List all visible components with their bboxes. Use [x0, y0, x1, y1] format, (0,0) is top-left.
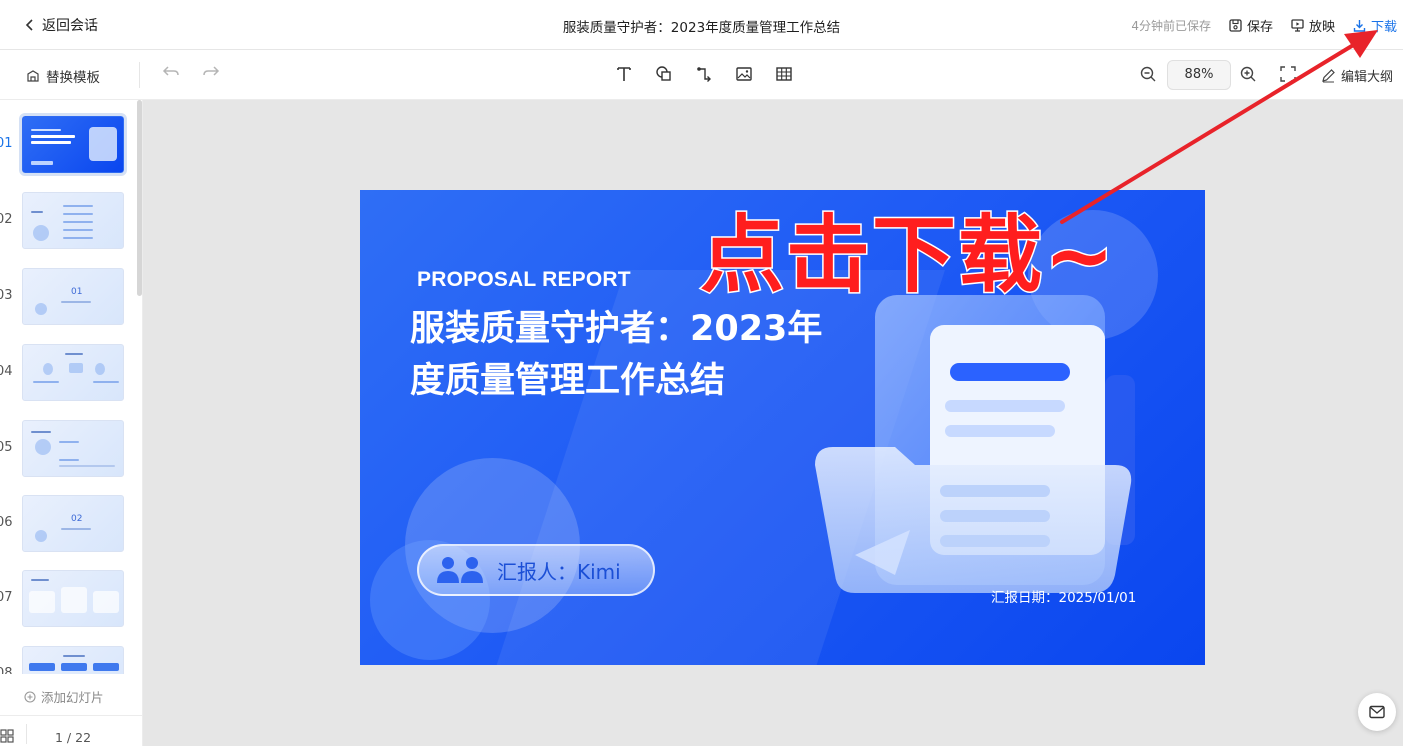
- slide-thumbnail[interactable]: 07: [0, 570, 136, 630]
- edit-outline-button[interactable]: 编辑大纲: [1321, 66, 1393, 85]
- thumbnail-preview: [19, 113, 127, 176]
- slide-number: 02: [0, 212, 13, 227]
- save-button[interactable]: 保存: [1229, 16, 1273, 35]
- download-button[interactable]: 下载: [1353, 16, 1397, 35]
- folder-illustration: [815, 295, 1135, 593]
- section-number: 01: [71, 287, 83, 297]
- report-date[interactable]: 汇报日期：2025/01/01: [991, 586, 1136, 606]
- slide-sidebar: 01 02 03 01 04 05 06 02 07 08 添加幻灯片 1 / …: [0, 100, 143, 746]
- undo-icon[interactable]: [162, 63, 180, 86]
- template-icon: [27, 70, 39, 82]
- slide-number: 03: [0, 288, 13, 303]
- users-icon: [437, 557, 483, 583]
- zoom-level-field[interactable]: 88%: [1167, 60, 1231, 90]
- add-slide-button[interactable]: 添加幻灯片: [24, 687, 104, 706]
- present-icon: [1291, 19, 1304, 32]
- sidebar-scrollbar[interactable]: [137, 100, 142, 296]
- reporter-badge[interactable]: 汇报人：Kimi: [417, 544, 655, 596]
- download-icon: [1353, 20, 1366, 32]
- thumbnail-preview: [22, 570, 124, 627]
- fullscreen-icon[interactable]: [1279, 65, 1297, 87]
- thumbnail-preview: [22, 646, 124, 674]
- save-status: 4分钟前已保存: [1131, 19, 1211, 33]
- page-indicator: 1 / 22: [55, 730, 92, 745]
- shape-icon[interactable]: [654, 64, 674, 84]
- grid-view-icon[interactable]: [0, 728, 14, 747]
- connector-icon[interactable]: [694, 64, 714, 84]
- thumbnail-preview: [22, 192, 124, 249]
- slide-number: 07: [0, 590, 13, 605]
- slide-thumbnail[interactable]: 06 02: [0, 495, 136, 555]
- download-label: 下载: [1370, 20, 1397, 35]
- redo-icon[interactable]: [202, 63, 220, 86]
- slide-title[interactable]: 服装质量守护者：2023年度质量管理工作总结: [410, 303, 830, 407]
- zoom-out-icon[interactable]: [1139, 65, 1157, 87]
- reporter-text: 汇报人：Kimi: [497, 559, 621, 584]
- save-label: 保存: [1246, 20, 1273, 35]
- slide-canvas: PROPOSAL REPORT 服装质量守护者：2023年度质量管理工作总结 汇…: [143, 100, 1403, 746]
- download-callout: 点击下载~: [698, 206, 1117, 304]
- present-button[interactable]: 放映: [1291, 16, 1335, 35]
- editor-toolbar: 替换模板 88% 编辑大纲: [0, 50, 1403, 100]
- thumbnail-list: 01 02 03 01 04 05 06 02 07 08: [0, 100, 143, 674]
- text-icon[interactable]: [614, 64, 634, 84]
- slide-thumbnail[interactable]: 01: [0, 113, 136, 176]
- slide-thumbnail[interactable]: 04: [0, 344, 136, 404]
- plus-circle-icon: [24, 690, 36, 703]
- slide-number: 06: [0, 515, 13, 530]
- thumbnail-preview: 02: [22, 495, 124, 552]
- slide-number: 01: [0, 136, 13, 151]
- slide-kicker[interactable]: PROPOSAL REPORT: [417, 268, 631, 292]
- slide-number: 04: [0, 364, 13, 379]
- thumbnail-preview: [22, 344, 124, 401]
- thumbnail-preview: 01: [22, 268, 124, 325]
- slide-thumbnail[interactable]: 02: [0, 192, 136, 252]
- slide-number: 08: [0, 666, 13, 674]
- mail-icon: [1369, 705, 1385, 719]
- replace-template-label: 替换模板: [46, 70, 100, 86]
- slide-thumbnail[interactable]: 03 01: [0, 268, 136, 328]
- replace-template-button[interactable]: 替换模板: [26, 66, 100, 86]
- add-slide-label: 添加幻灯片: [41, 690, 104, 705]
- pencil-icon: [1322, 69, 1335, 83]
- message-button[interactable]: [1358, 693, 1396, 731]
- slide-number: 05: [0, 440, 13, 455]
- present-label: 放映: [1308, 20, 1335, 35]
- save-icon: [1229, 19, 1242, 32]
- footer-divider: [26, 724, 27, 744]
- edit-outline-label: 编辑大纲: [1341, 70, 1394, 85]
- slide-thumbnail[interactable]: 05: [0, 420, 136, 480]
- top-bar: 返回会话 服装质量守护者：2023年度质量管理工作总结 4分钟前已保存 保存 放…: [0, 0, 1403, 50]
- image-icon[interactable]: [734, 64, 754, 84]
- toolbar-divider: [139, 62, 140, 88]
- table-icon[interactable]: [774, 64, 794, 84]
- slide-thumbnail[interactable]: 08: [0, 646, 136, 674]
- sidebar-footer: 1 / 22: [0, 715, 143, 746]
- zoom-in-icon[interactable]: [1239, 65, 1257, 87]
- section-number: 02: [71, 514, 83, 524]
- thumbnail-preview: [22, 420, 124, 477]
